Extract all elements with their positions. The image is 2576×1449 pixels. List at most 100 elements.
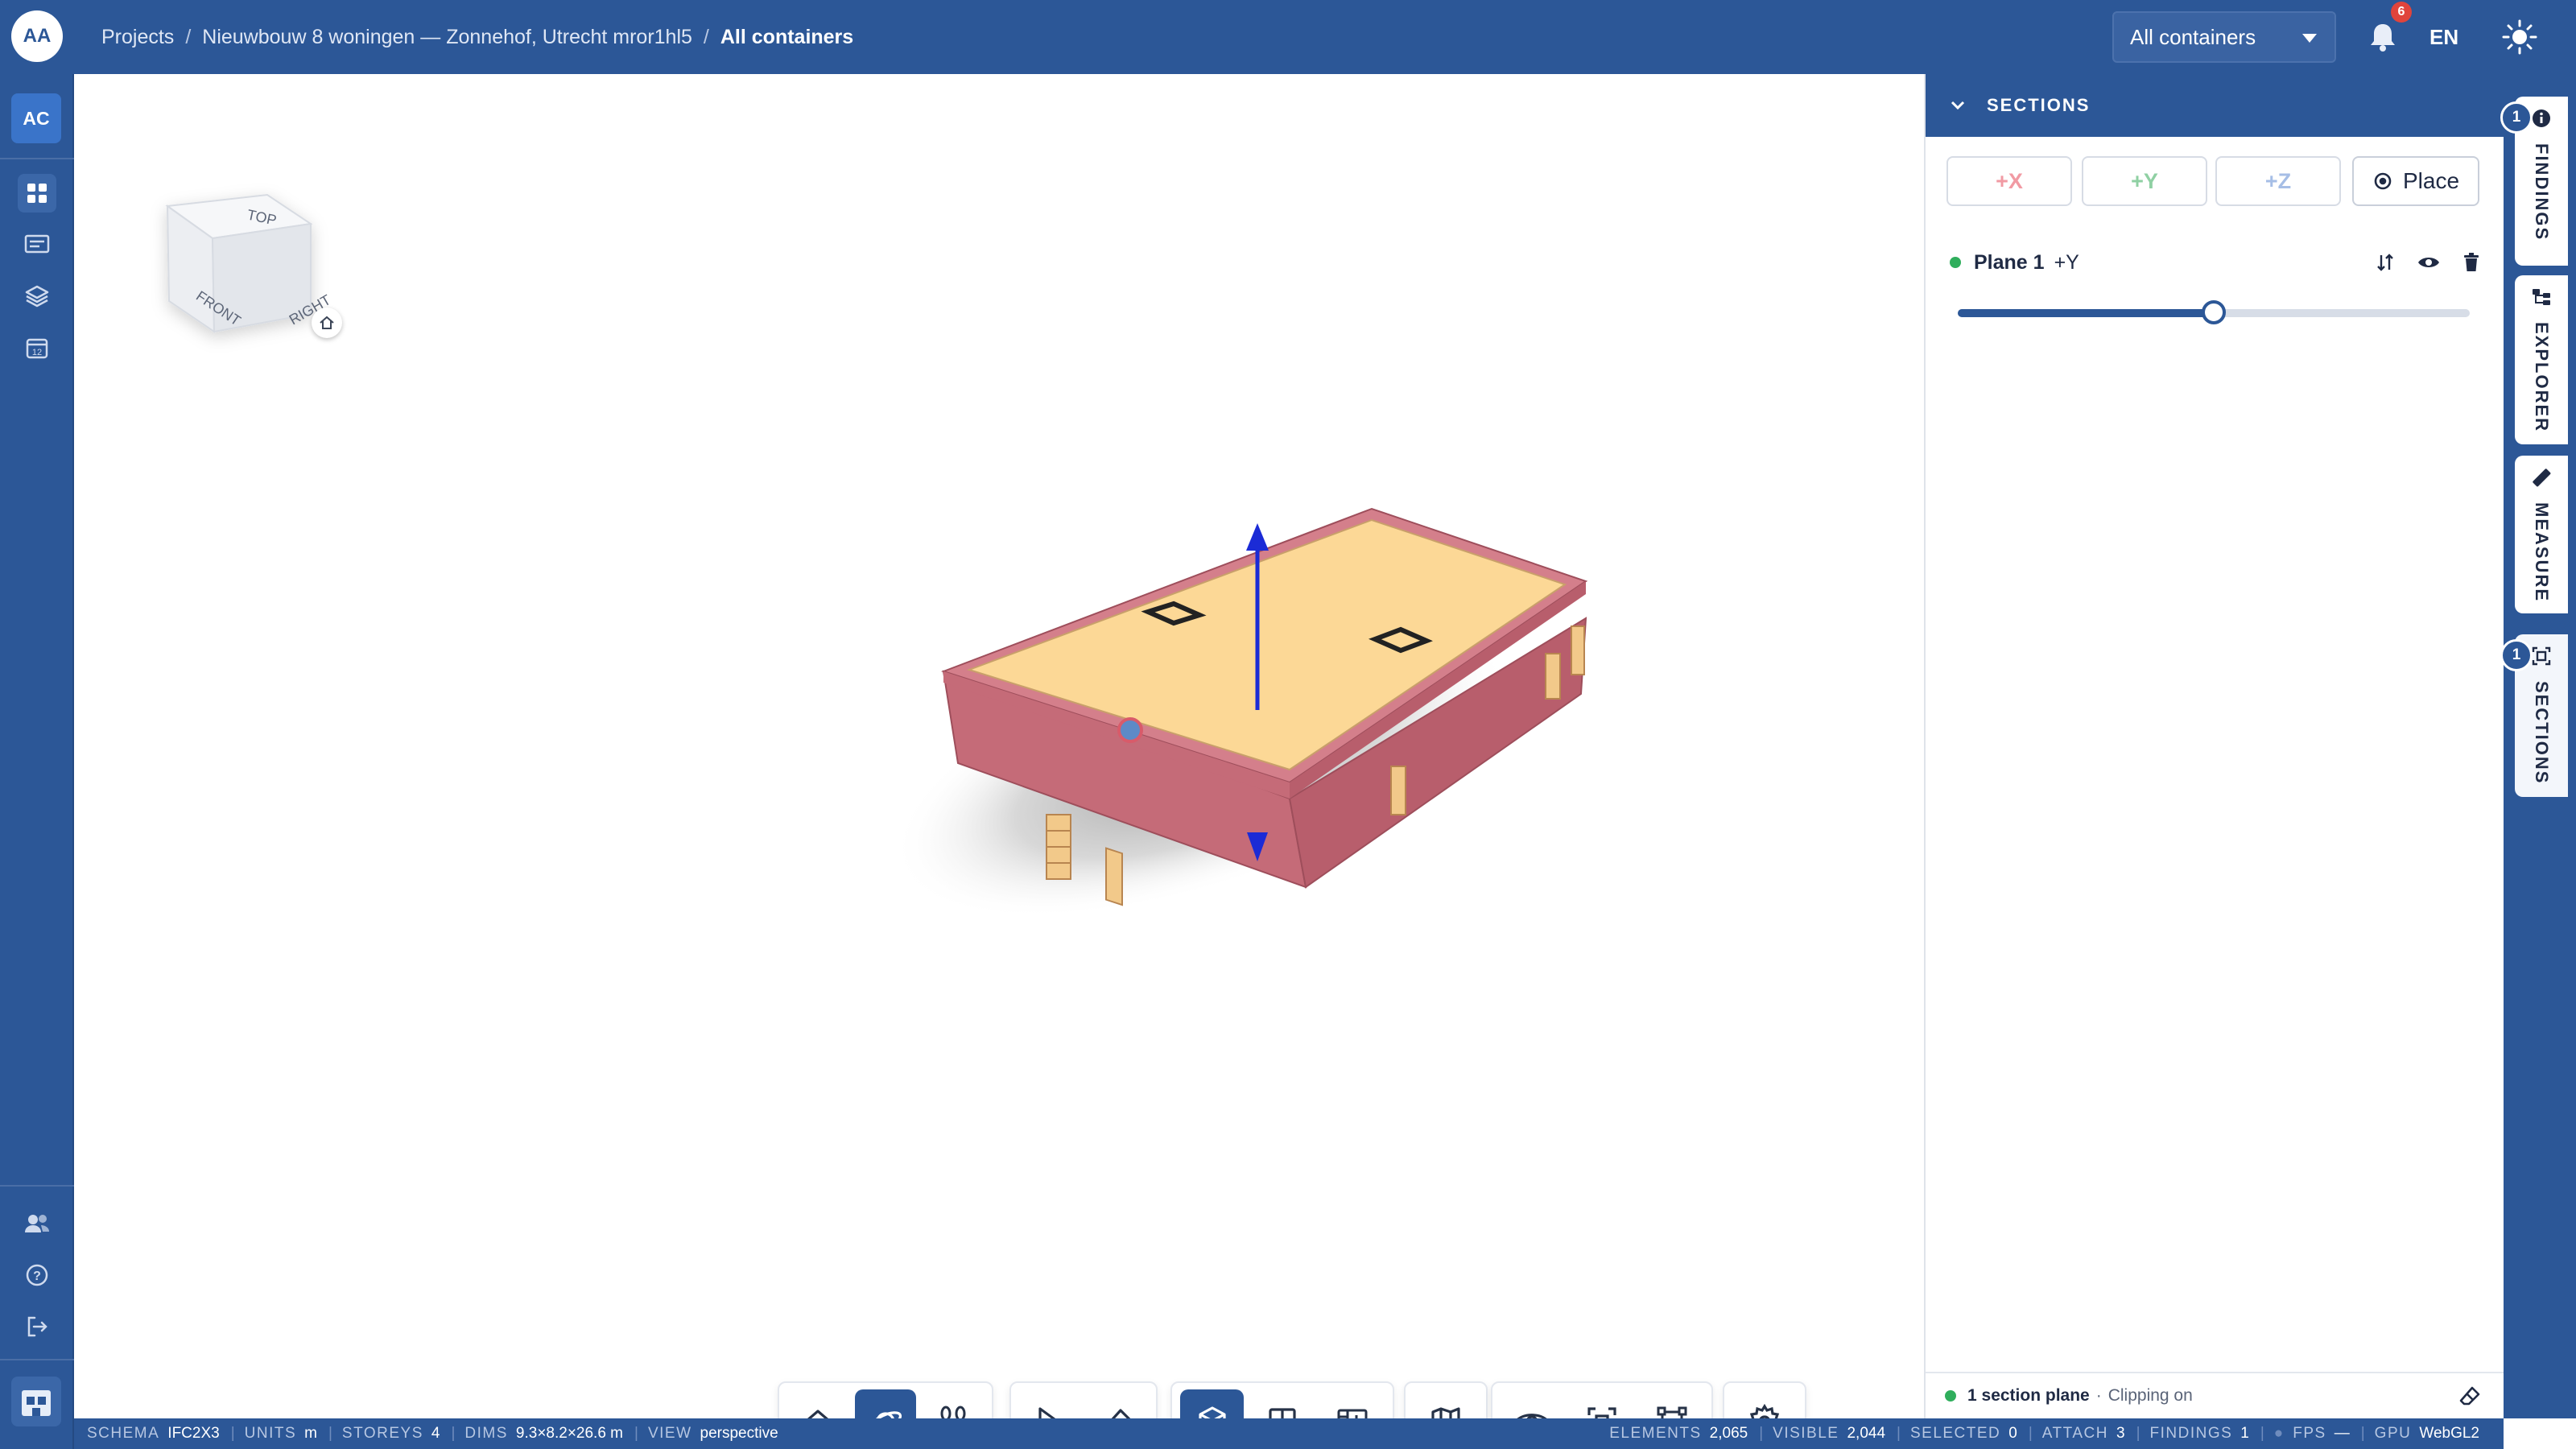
status-units-key: UNITS <box>244 1425 297 1442</box>
place-button[interactable]: Place <box>2352 156 2479 206</box>
status-elements-key: ELEMENTS <box>1609 1425 1702 1442</box>
breadcrumb: Projects / Nieuwbouw 8 woningen — Zonneh… <box>101 0 853 74</box>
status-separator: | <box>634 1425 638 1442</box>
breadcrumb-separator: / <box>185 25 192 48</box>
status-separator: | <box>230 1425 235 1442</box>
tab-explorer[interactable]: EXPLORER <box>2515 275 2568 444</box>
status-schema-value: IFC2X3 <box>167 1425 220 1442</box>
findings-count-badge: 1 <box>2500 101 2533 134</box>
slider-handle[interactable] <box>2202 300 2226 324</box>
plane-active-dot <box>1950 257 1961 268</box>
add-plane-y-button[interactable]: +Y <box>2082 156 2207 206</box>
status-bar: SCHEMA IFC2X3 | UNITS m | STOREYS 4 | DI… <box>74 1418 2504 1449</box>
left-rail: AC 12 ? <box>0 74 74 1449</box>
building-model[interactable] <box>879 428 1765 1121</box>
ruler-icon <box>2533 469 2551 487</box>
status-fps-value: — <box>2334 1425 2350 1442</box>
tab-findings-label: FINDINGS <box>2532 143 2552 242</box>
status-storeys-value: 4 <box>431 1425 440 1442</box>
3d-viewport[interactable]: TOP FRONT RIGHT <box>74 74 1924 1449</box>
status-attach-key: ATTACH <box>2041 1425 2108 1442</box>
status-storeys-key: STOREYS <box>341 1425 423 1442</box>
calendar-icon[interactable]: 12 <box>18 328 56 367</box>
status-separator: | <box>1759 1425 1764 1442</box>
status-view-key: VIEW <box>647 1425 692 1442</box>
side-tabs: FINDINGS 1 EXPLORER MEASURE SECTIONS 1 <box>2500 74 2576 1418</box>
app-root: AA Projects / Nieuwbouw 8 woningen — Zon… <box>0 0 2576 1449</box>
sections-panel-title: SECTIONS <box>1987 95 2091 115</box>
eye-icon[interactable] <box>2417 252 2441 273</box>
cube-home-icon[interactable] <box>312 308 342 338</box>
status-separator: | <box>328 1425 332 1442</box>
view-cube[interactable]: TOP FRONT RIGHT <box>122 106 444 428</box>
tab-measure[interactable]: MEASURE <box>2515 456 2568 613</box>
status-units-value: m <box>304 1425 317 1442</box>
info-icon <box>2533 109 2550 127</box>
rail-divider <box>0 1359 74 1360</box>
trash-icon[interactable] <box>2462 252 2481 273</box>
breadcrumb-project[interactable]: Nieuwbouw 8 woningen — Zonnehof, Utrecht… <box>202 26 692 49</box>
wall-opening <box>1545 653 1561 700</box>
breadcrumb-current: All containers <box>720 25 854 48</box>
status-dims-key: DIMS <box>464 1425 508 1442</box>
chevron-down-icon <box>2302 34 2317 43</box>
add-plane-x-button[interactable]: +X <box>1946 156 2072 206</box>
tab-explorer-label: EXPLORER <box>2532 322 2552 433</box>
status-attach-value: 3 <box>2116 1425 2125 1442</box>
status-gpu-value: WebGL2 <box>2419 1425 2479 1442</box>
status-dims-value: 9.3×8.2×26.6 m <box>515 1425 624 1442</box>
dashboard-icon[interactable] <box>18 174 56 213</box>
section-box-icon <box>2532 646 2551 666</box>
stair-column <box>1046 814 1071 880</box>
plane-position-slider[interactable] <box>1958 300 2470 324</box>
section-gizmo-arrow-up[interactable] <box>1246 523 1269 551</box>
clipping-status-dot <box>1945 1390 1956 1402</box>
chevron-down-icon[interactable] <box>1948 95 1967 114</box>
place-label: Place <box>2402 168 2460 193</box>
clear-sections-icon[interactable] <box>2458 1385 2481 1407</box>
status-separator: | <box>2028 1425 2033 1442</box>
add-plane-z-button[interactable]: +Z <box>2215 156 2341 206</box>
status-gpu-key: GPU <box>2374 1425 2412 1442</box>
help-icon[interactable]: ? <box>18 1256 56 1294</box>
language-switch[interactable]: EN <box>2429 0 2458 74</box>
status-separator: | <box>2360 1425 2365 1442</box>
status-separator: | <box>1897 1425 1901 1442</box>
finding-marker[interactable] <box>1117 717 1143 743</box>
status-visible-key: VISIBLE <box>1773 1425 1839 1442</box>
sections-footer: 1 section plane · Clipping on <box>1926 1372 2504 1418</box>
wall-opening <box>1390 766 1406 815</box>
status-findings-key: FINDINGS <box>2149 1425 2233 1442</box>
logout-icon[interactable] <box>18 1307 56 1346</box>
tab-sections-label: SECTIONS <box>2532 681 2552 785</box>
issues-icon[interactable] <box>18 225 56 264</box>
status-fps-dot: ● <box>2273 1425 2284 1442</box>
clipping-state: Clipping on <box>2107 1386 2193 1405</box>
layers-icon[interactable] <box>18 277 56 316</box>
app-logo-icon[interactable] <box>11 1377 61 1426</box>
tab-measure-label: MEASURE <box>2532 502 2552 603</box>
sun-icon[interactable] <box>2499 16 2541 58</box>
flip-icon[interactable] <box>2375 252 2396 273</box>
status-visible-value: 2,044 <box>1847 1425 1886 1442</box>
svg-text:?: ? <box>33 1269 41 1283</box>
container-select[interactable]: All containers <box>2112 11 2336 63</box>
tree-icon <box>2533 289 2550 305</box>
wall-opening <box>1105 847 1123 906</box>
status-separator: | <box>2260 1425 2264 1442</box>
users-icon[interactable] <box>18 1204 56 1243</box>
breadcrumb-projects[interactable]: Projects <box>101 26 174 49</box>
status-selected-value: 0 <box>2008 1425 2017 1442</box>
organization-badge[interactable]: AC <box>11 93 61 143</box>
footer-separator: · <box>2095 1386 2102 1405</box>
bell-icon[interactable] <box>2362 16 2404 58</box>
section-plane-row[interactable]: Plane 1 +Y <box>1950 238 2481 287</box>
rail-divider <box>0 158 74 159</box>
user-avatar[interactable]: AA <box>11 10 63 62</box>
status-separator: | <box>2136 1425 2140 1442</box>
status-selected-key: SELECTED <box>1909 1425 2001 1442</box>
target-icon <box>2374 172 2392 190</box>
top-bar: AA Projects / Nieuwbouw 8 woningen — Zon… <box>0 0 2576 74</box>
sections-panel-header[interactable]: SECTIONS <box>1926 74 2504 137</box>
plane-axis: +Y <box>2054 250 2079 274</box>
